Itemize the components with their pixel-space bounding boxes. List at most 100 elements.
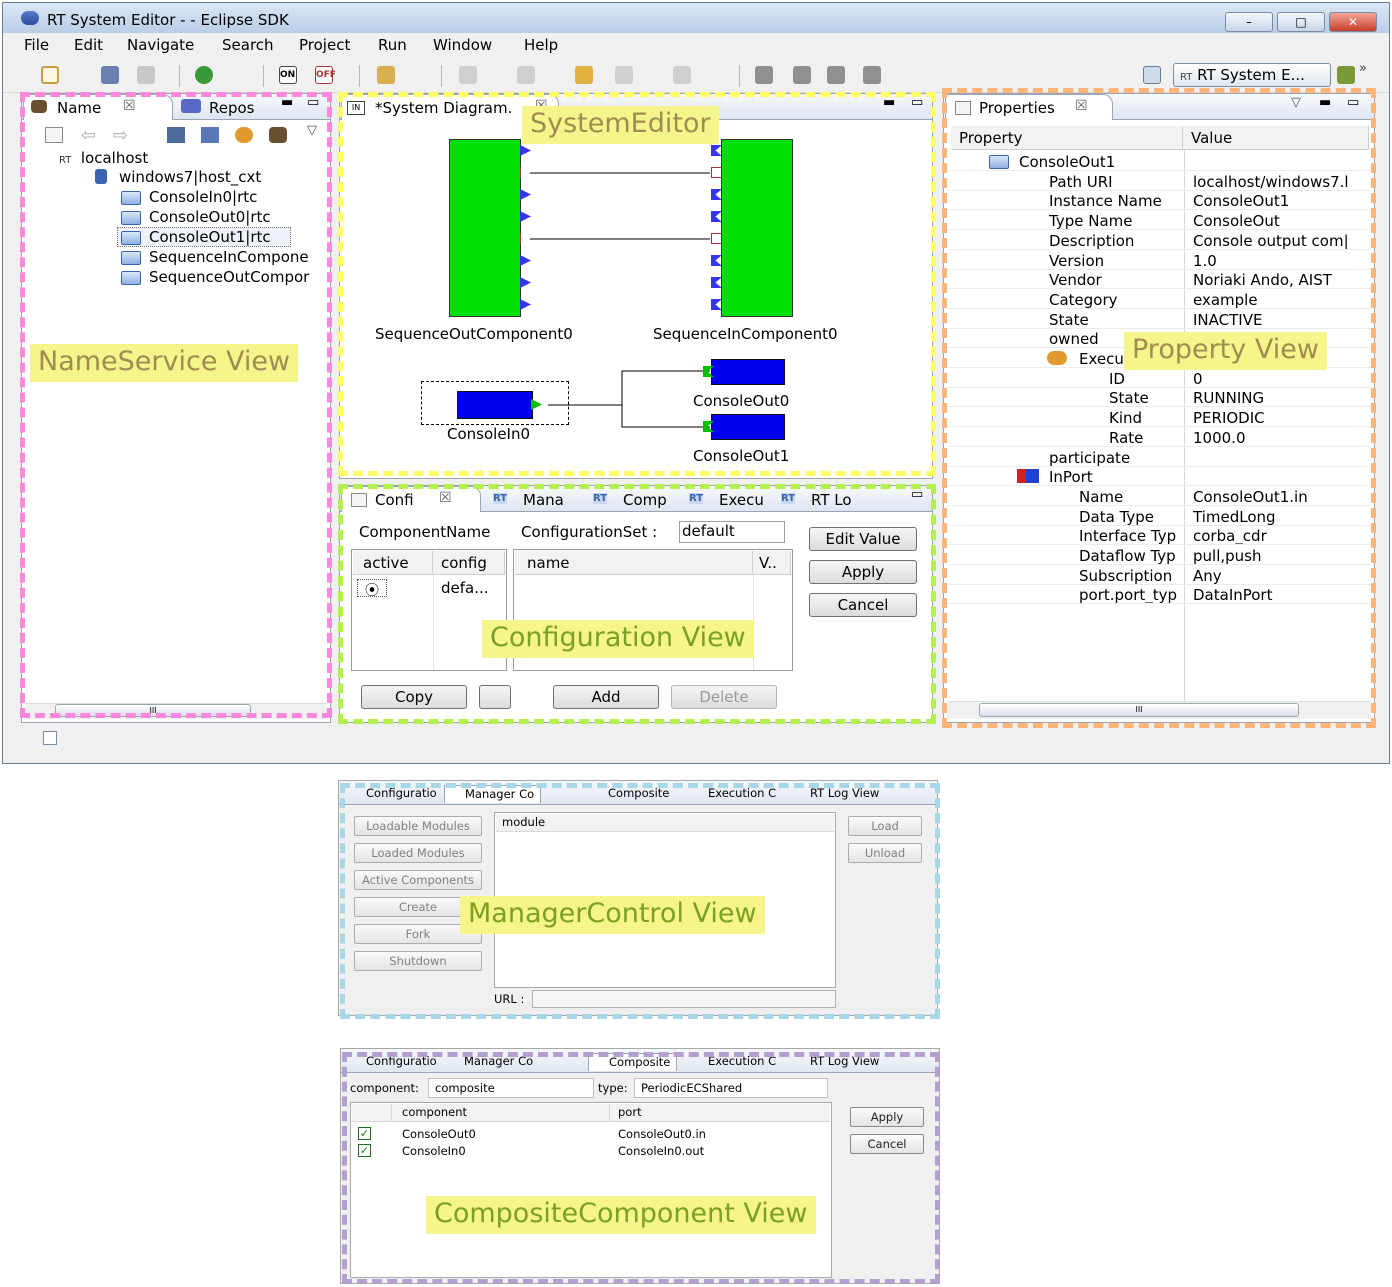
col-name[interactable]: name xyxy=(515,551,753,575)
composite-tab-0[interactable]: Configuratio xyxy=(346,1053,443,1071)
tree-item-sequencein[interactable]: SequenceInCompone xyxy=(149,248,329,266)
perspective-rt-system-editor[interactable]: RT RT System E... xyxy=(1173,63,1331,87)
maximize-button[interactable]: □ xyxy=(1277,12,1325,32)
tree-item-consolein0[interactable]: ConsoleIn0|rtc xyxy=(149,188,257,206)
col-component[interactable]: component xyxy=(392,1104,610,1122)
composite-tab-1[interactable]: Manager Co xyxy=(444,1053,539,1071)
prop-name[interactable]: Category xyxy=(1049,291,1183,309)
back-icon[interactable] xyxy=(615,66,633,84)
prop-value[interactable]: corba_cdr xyxy=(1193,527,1369,545)
prop-value[interactable]: ConsoleOut xyxy=(1193,212,1369,230)
add-nameserver-icon[interactable] xyxy=(167,127,185,143)
prop-value[interactable]: DataInPort xyxy=(1193,586,1369,604)
close-icon[interactable]: ☒ xyxy=(1075,98,1088,114)
apply-button[interactable]: Apply xyxy=(809,560,917,584)
copy-button[interactable]: Copy xyxy=(361,685,467,709)
prop-value[interactable]: RUNNING xyxy=(1193,389,1369,407)
prop-name[interactable]: Vendor xyxy=(1049,271,1183,289)
maximize-view-icon[interactable]: ▭ xyxy=(911,487,923,502)
menu-edit[interactable]: Edit xyxy=(74,36,103,54)
perspective-icon[interactable] xyxy=(1337,66,1355,84)
manager-button-1[interactable]: Loaded Modules xyxy=(354,843,482,863)
configset-field[interactable]: default xyxy=(679,521,785,543)
minimize-button[interactable]: – xyxy=(1225,12,1273,32)
composite-tab-3[interactable]: Execution C xyxy=(688,1053,782,1071)
fast-view-icon[interactable] xyxy=(43,731,57,745)
prop-name[interactable]: Subscription xyxy=(1079,567,1183,585)
forward-arrow-icon[interactable]: ⇨ xyxy=(113,125,128,146)
close-icon[interactable]: ☒ xyxy=(439,490,452,506)
prop-name[interactable]: Dataflow Typ xyxy=(1079,547,1183,565)
minimize-view-icon[interactable]: ▬ xyxy=(1319,95,1331,110)
prop-value[interactable]: 1.0 xyxy=(1193,252,1369,270)
col-port[interactable]: port xyxy=(610,1104,830,1122)
prop-value[interactable]: Any xyxy=(1193,567,1369,585)
url-field[interactable] xyxy=(532,990,836,1008)
tool-icon-1[interactable] xyxy=(755,66,773,84)
col-value[interactable]: V.. xyxy=(753,551,791,575)
manager-tab-4[interactable]: RT Log View xyxy=(790,785,885,803)
prop-name[interactable]: Type Name xyxy=(1049,212,1183,230)
manager-button-5[interactable]: Shutdown xyxy=(354,951,482,971)
menu-window[interactable]: Window xyxy=(433,36,492,54)
tab-repos-label[interactable]: Repos xyxy=(209,99,255,117)
tab-execution[interactable]: Execu xyxy=(719,491,764,509)
prop-name[interactable]: InPort xyxy=(1049,468,1183,486)
composite-cancel-button[interactable]: Cancel xyxy=(850,1134,924,1154)
tool-icon-2[interactable] xyxy=(793,66,811,84)
prop-value[interactable]: pull,push xyxy=(1193,547,1369,565)
prop-name[interactable]: Path URI xyxy=(1049,173,1183,191)
manager-tab-0[interactable]: Configuratio xyxy=(346,785,443,803)
all-deactivate-icon[interactable]: OFF xyxy=(315,66,336,84)
col-active[interactable]: active xyxy=(353,551,433,575)
manager-tab-3[interactable]: Execution C xyxy=(688,785,782,803)
col-config[interactable]: config xyxy=(433,551,505,575)
tree-item-host-cxt[interactable]: windows7|host_cxt xyxy=(119,168,261,186)
col-module[interactable]: module xyxy=(496,814,834,832)
tab-composite[interactable]: Comp xyxy=(623,491,667,509)
prop-name[interactable]: participate xyxy=(1049,449,1183,467)
connector-line[interactable] xyxy=(548,370,710,406)
consolein-component-block[interactable] xyxy=(457,391,533,419)
menu-help[interactable]: Help xyxy=(524,36,558,54)
checkbox-consolein0[interactable]: ✓ xyxy=(358,1144,371,1157)
prop-name[interactable]: Description xyxy=(1049,232,1183,250)
prop-value[interactable]: localhost/windows7.l xyxy=(1193,173,1369,191)
scroll-thumb[interactable]: III xyxy=(979,703,1299,717)
truncated-button[interactable] xyxy=(479,685,511,709)
prop-value[interactable]: ConsoleOut1.in xyxy=(1193,488,1369,506)
tree-item-consoleout1[interactable]: ConsoleOut1|rtc xyxy=(149,228,271,246)
scroll-thumb[interactable]: III xyxy=(55,704,251,717)
view-menu-icon[interactable]: ▽ xyxy=(307,123,317,138)
back-arrow-icon[interactable]: ⇦ xyxy=(81,125,96,146)
filter-icon[interactable] xyxy=(269,127,287,143)
prop-value[interactable]: Console output com| xyxy=(1193,232,1369,250)
prop-name[interactable]: Name xyxy=(1079,488,1183,506)
prop-name[interactable]: State xyxy=(1049,311,1183,329)
menu-navigate[interactable]: Navigate xyxy=(127,36,194,54)
col-prop-value[interactable]: Value xyxy=(1183,126,1369,150)
prop-name[interactable]: State xyxy=(1109,389,1183,407)
prop-value[interactable]: 0 xyxy=(1193,370,1369,388)
composite-tab-2[interactable]: Composite xyxy=(588,1053,678,1071)
prop-name[interactable]: Rate xyxy=(1109,429,1183,447)
prop-name[interactable]: Kind xyxy=(1109,409,1183,427)
prop-value[interactable]: TimedLong xyxy=(1193,508,1369,526)
edit-value-button[interactable]: Edit Value xyxy=(809,527,917,551)
minimize-view-icon[interactable]: ▬ xyxy=(883,95,895,110)
active-radio[interactable]: ⦿ xyxy=(357,579,387,599)
prop-value[interactable]: ConsoleOut1 xyxy=(1193,192,1369,210)
view-menu-icon[interactable]: ▽ xyxy=(1291,95,1301,110)
maximize-view-icon[interactable]: ▭ xyxy=(307,95,319,110)
save-icon[interactable] xyxy=(101,66,119,84)
configset-default-cell[interactable]: defa... xyxy=(441,579,489,597)
composite-tab-4[interactable]: RT Log View xyxy=(790,1053,885,1071)
cancel-button[interactable]: Cancel xyxy=(809,593,917,617)
consoleout1-component-block[interactable] xyxy=(711,414,785,440)
prop-value[interactable]: PERIODIC xyxy=(1193,409,1369,427)
home-icon[interactable] xyxy=(45,127,63,143)
forward-icon[interactable] xyxy=(673,66,691,84)
run-icon[interactable] xyxy=(195,66,213,84)
type-field[interactable]: PeriodicECShared xyxy=(634,1078,828,1098)
prop-name[interactable]: Instance Name xyxy=(1049,192,1183,210)
